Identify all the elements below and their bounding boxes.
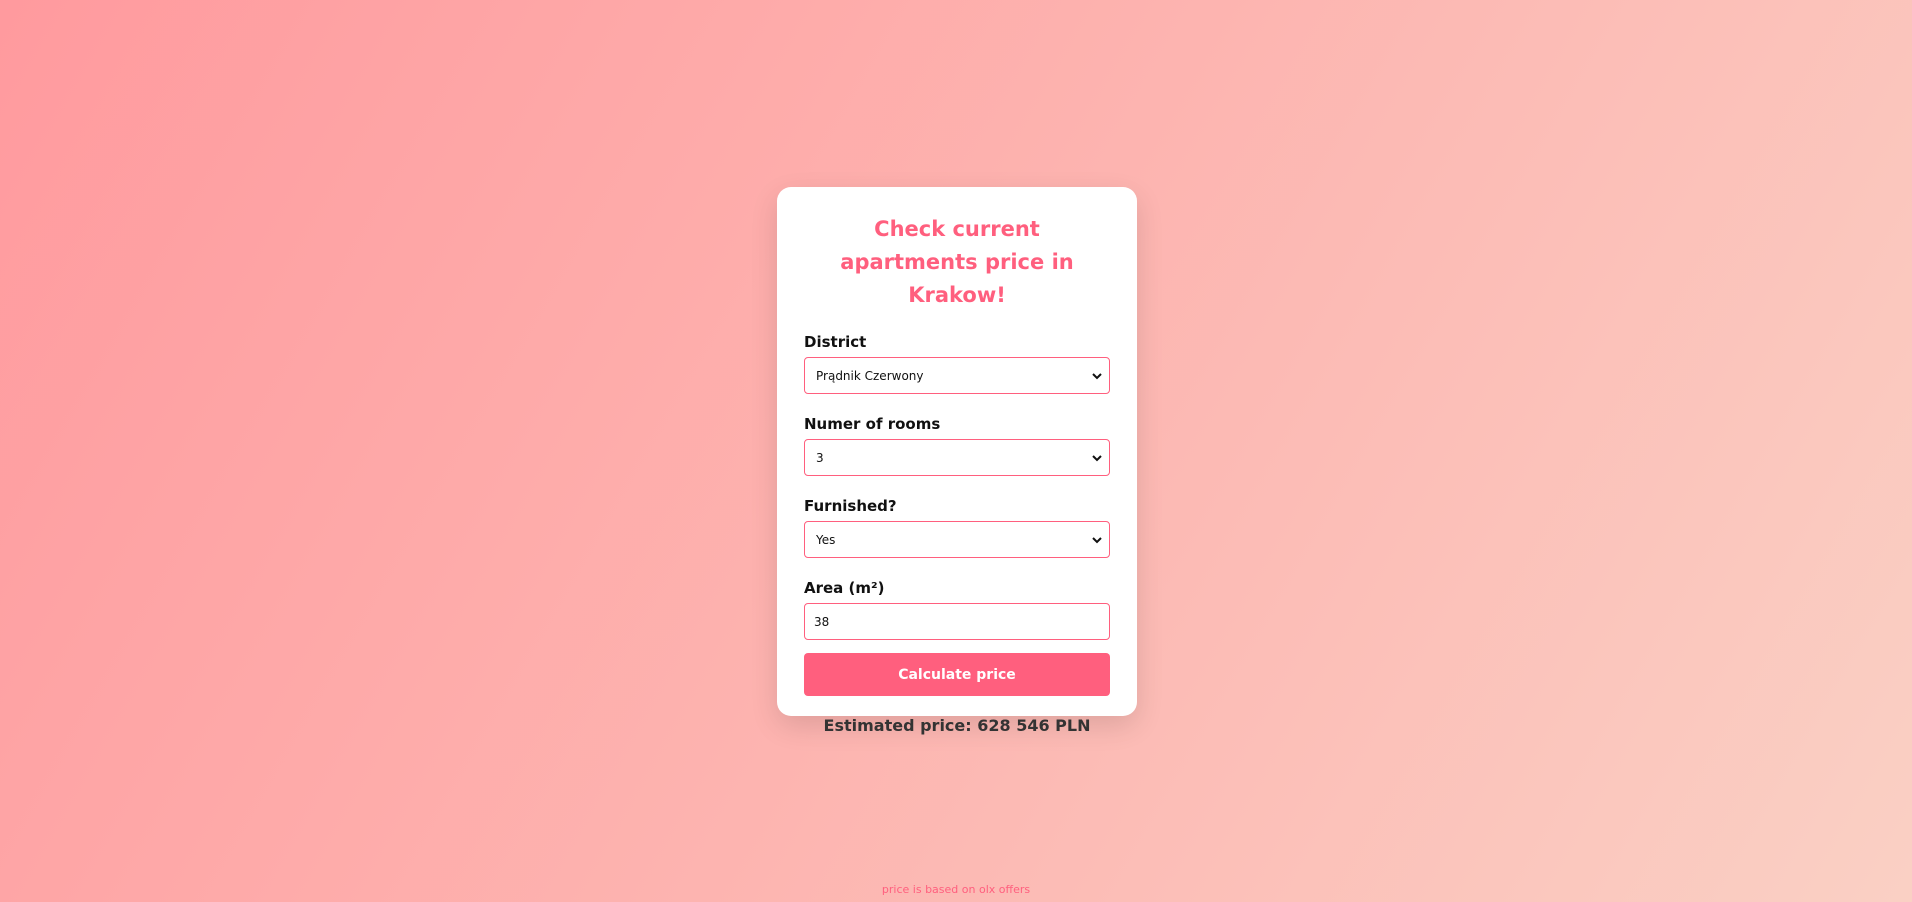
district-selected-value: Prądnik Czerwony <box>816 368 924 383</box>
chevron-down-icon <box>1092 454 1102 461</box>
district-select[interactable]: Prądnik Czerwony <box>804 357 1110 394</box>
area-input-value: 38 <box>814 614 830 629</box>
rooms-selected-value: 3 <box>816 450 824 465</box>
furnished-label: Furnished? <box>804 497 897 515</box>
calculate-price-button[interactable]: Calculate price <box>804 653 1110 696</box>
estimated-price-result: Estimated price: 628 546 PLN <box>823 716 1091 735</box>
area-label: Area (m²) <box>804 579 885 597</box>
district-label: District <box>804 333 867 351</box>
furnished-selected-value: Yes <box>816 532 836 547</box>
page-title: Check current apartments price in Krakow… <box>840 217 1074 307</box>
furnished-select[interactable]: Yes <box>804 521 1110 558</box>
footer-note: price is based on olx offers <box>881 883 1031 896</box>
rooms-select[interactable]: 3 <box>804 439 1110 476</box>
chevron-down-icon <box>1092 536 1102 543</box>
chevron-down-icon <box>1092 372 1102 379</box>
price-calculator-card: Check current apartments price in Krakow… <box>777 187 1137 735</box>
rooms-label: Numer of rooms <box>804 415 941 433</box>
area-input[interactable]: 38 <box>804 603 1110 640</box>
